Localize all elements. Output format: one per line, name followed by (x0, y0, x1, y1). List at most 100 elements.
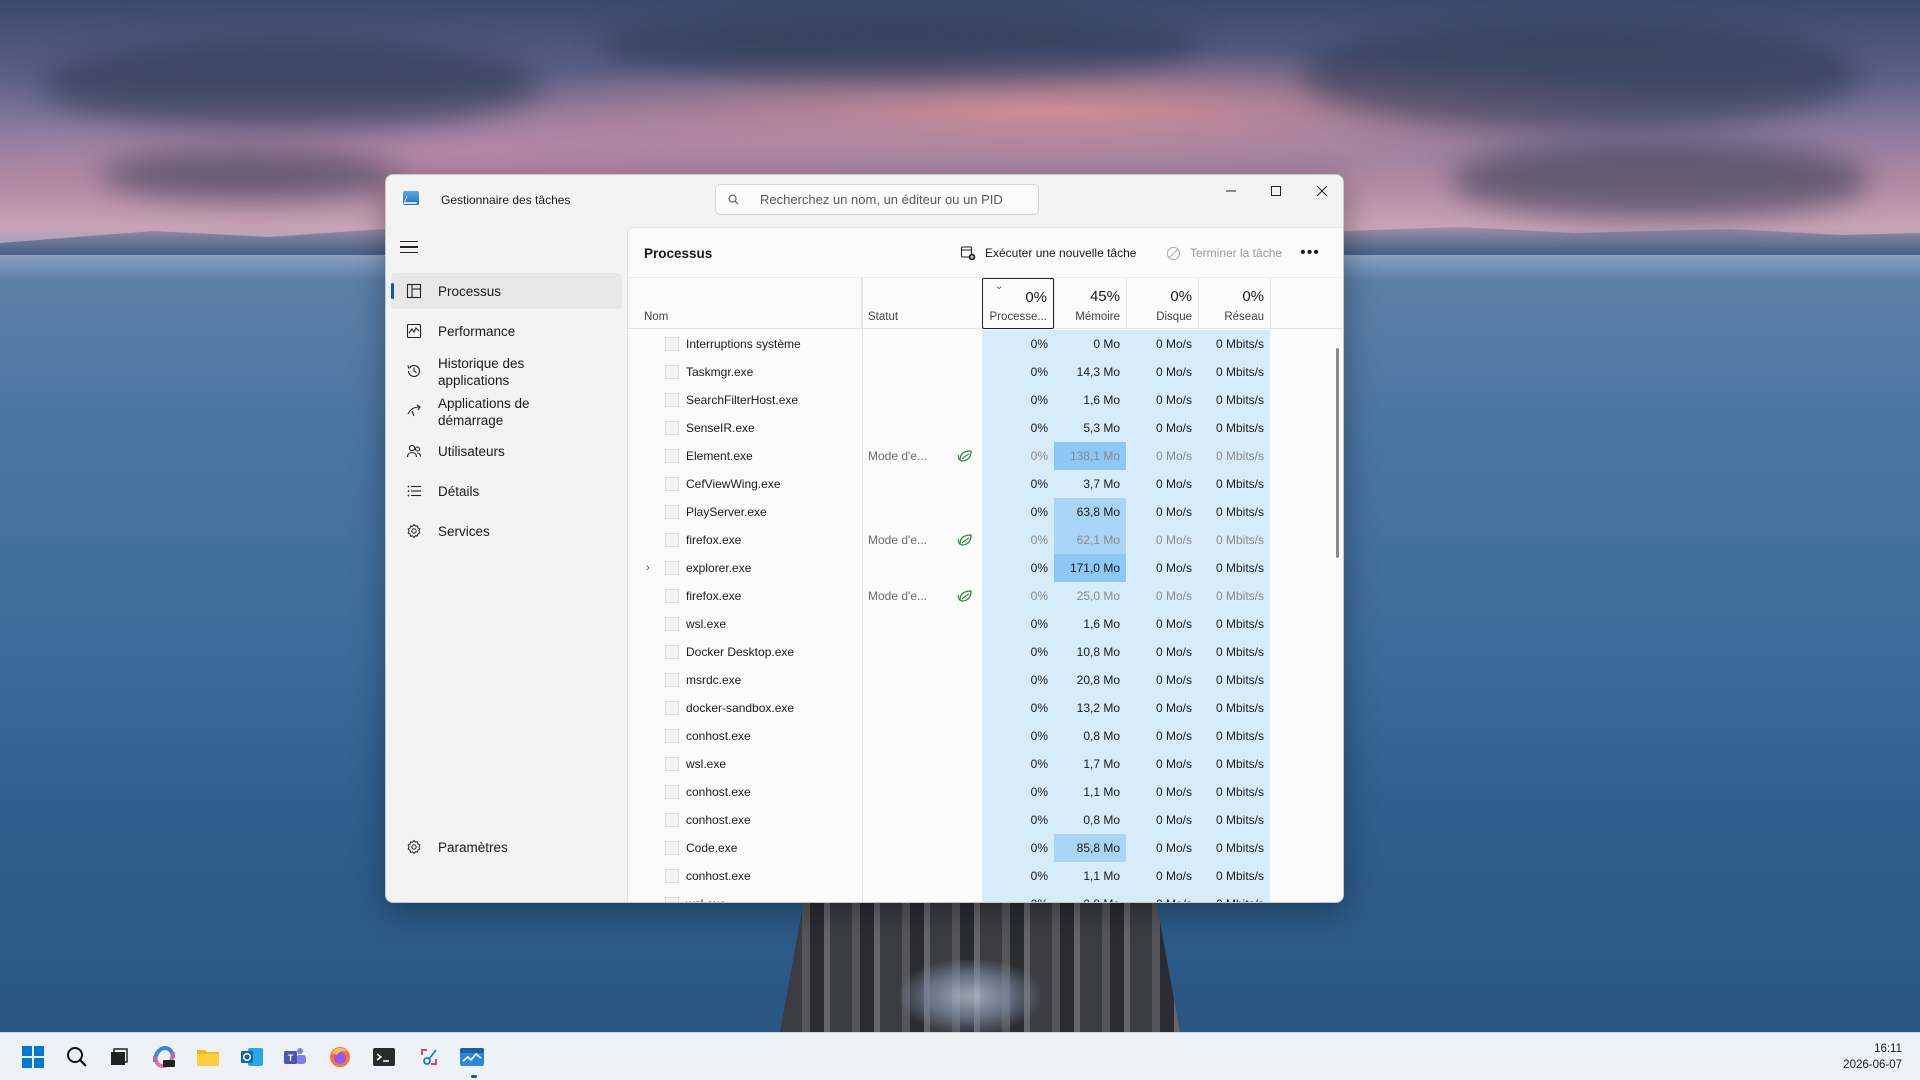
cpu-value: 0% (982, 470, 1054, 498)
column-header-disk[interactable]: 0% Disque (1126, 278, 1198, 329)
process-status: Mode d'e... (868, 589, 927, 603)
cpu-value: 0% (982, 862, 1054, 890)
table-row[interactable]: conhost.exe 0% 0,8 Mo 0 Mo/s 0 Mbits/s (628, 722, 1343, 750)
table-row[interactable]: wsl.exe 0% 1,6 Mo 0 Mo/s 0 Mbits/s (628, 610, 1343, 638)
table-row[interactable]: › explorer.exe 0% 171,0 Mo 0 Mo/s 0 Mbits/s (628, 554, 1343, 582)
cpu-value: 0% (982, 666, 1054, 694)
search-input[interactable] (760, 185, 1030, 214)
sidebar-item-label: Processus (438, 284, 502, 299)
firefox-button[interactable] (324, 1041, 356, 1073)
vertical-scrollbar[interactable] (1336, 348, 1339, 558)
column-header-network[interactable]: 0% Réseau (1198, 278, 1270, 329)
cpu-value: 0% (982, 778, 1054, 806)
column-header-name[interactable]: Nom (628, 278, 862, 329)
network-value: 0 Mbits/s (1198, 610, 1270, 638)
process-status: Mode d'e... (868, 449, 927, 463)
end-task-icon (1166, 246, 1181, 260)
cpu-value: 0% (982, 386, 1054, 414)
system-clock[interactable]: 16:11 2026-06-07 (1843, 1041, 1902, 1073)
disk-value: 0 Mo/s (1126, 470, 1198, 498)
process-name: firefox.exe (686, 589, 742, 603)
active-app-indicator (471, 1075, 477, 1078)
disk-value: 0 Mo/s (1126, 806, 1198, 834)
sidebar-item-performance[interactable]: Performance (391, 313, 622, 349)
outlook-icon (241, 1048, 263, 1066)
copilot-button[interactable] (148, 1041, 180, 1073)
table-row[interactable]: firefox.exe Mode d'e... 0% 25,0 Mo 0 Mo/s 0 M… (628, 582, 1343, 610)
close-button[interactable] (1299, 175, 1343, 207)
table-row[interactable]: CefViewWing.exe 0% 3,7 Mo 0 Mo/s 0 Mbits/s (628, 470, 1343, 498)
column-label: Disque (1156, 311, 1192, 323)
table-row[interactable]: Interruptions système 0% 0 Mo 0 Mo/s 0 Mbits… (628, 330, 1343, 358)
maximize-button[interactable] (1253, 175, 1299, 207)
table-row[interactable]: firefox.exe Mode d'e... 0% 62,1 Mo 0 Mo/s 0 M… (628, 526, 1343, 554)
sidebar: Processus Performance Historique des app… (386, 227, 627, 902)
table-row[interactable]: Docker Desktop.exe 0% 10,8 Mo 0 Mo/s 0 Mbits… (628, 638, 1343, 666)
table-row[interactable]: Taskmgr.exe 0% 14,3 Mo 0 Mo/s 0 Mbits/s (628, 358, 1343, 386)
process-name: Code.exe (686, 841, 738, 855)
column-header-status[interactable]: Statut (862, 278, 982, 329)
table-row[interactable]: Element.exe Mode d'e... 0% 138,1 Mo 0 Mo/s 0 … (628, 442, 1343, 470)
sidebar-item-app-history[interactable]: Historique des applications (391, 353, 622, 389)
memory-value: 1,1 Mo (1054, 778, 1126, 806)
taskbar-search-button[interactable] (61, 1041, 93, 1073)
sidebar-item-startup-apps[interactable]: Applications de démarrage (391, 393, 622, 429)
processes-icon (406, 283, 422, 299)
column-header-memory[interactable]: 45% Mémoire (1054, 278, 1126, 329)
table-row[interactable]: Code.exe 0% 85,8 Mo 0 Mo/s 0 Mbits/s (628, 834, 1343, 862)
teams-icon: T (284, 1048, 306, 1064)
sidebar-item-settings[interactable]: Paramètres (391, 829, 622, 865)
end-task-button[interactable]: Terminer la tâche (1166, 242, 1282, 264)
table-row[interactable]: SenseIR.exe 0% 5,3 Mo 0 Mo/s 0 Mbits/s (628, 414, 1343, 442)
search-icon (67, 1047, 87, 1067)
table-row[interactable]: conhost.exe 0% 1,1 Mo 0 Mo/s 0 Mbits/s (628, 778, 1343, 806)
clock-time: 16:11 (1874, 1043, 1902, 1055)
file-explorer-button[interactable] (192, 1041, 224, 1073)
network-value: 0 Mbits/s (1198, 414, 1270, 442)
start-button[interactable] (17, 1041, 49, 1073)
more-options-button[interactable]: ••• (1298, 242, 1322, 264)
snipping-tool-button[interactable] (413, 1041, 445, 1073)
sidebar-item-processes[interactable]: Processus (391, 273, 622, 309)
sort-chevron-icon: ⌄ (995, 281, 1004, 292)
close-icon (1317, 186, 1327, 196)
column-header-cpu[interactable]: ⌄ 0% Processe... (982, 278, 1054, 329)
column-label: Mémoire (1075, 311, 1120, 323)
process-status: Mode d'e... (868, 533, 927, 547)
process-name: Interruptions système (686, 337, 801, 351)
process-icon (665, 505, 679, 519)
table-row[interactable]: docker-sandbox.exe 0% 13,2 Mo 0 Mo/s 0 Mbits… (628, 694, 1343, 722)
table-row[interactable]: wsl.exe 0% 1,7 Mo 0 Mo/s 0 Mbits/s (628, 750, 1343, 778)
minimize-button[interactable] (1208, 175, 1254, 207)
efficiency-mode-leaf-icon (957, 590, 972, 602)
table-row[interactable]: conhost.exe 0% 0,8 Mo 0 Mo/s 0 Mbits/s (628, 806, 1343, 834)
expand-chevron-icon[interactable]: › (646, 562, 654, 574)
sidebar-item-details[interactable]: Détails (391, 473, 622, 509)
sidebar-item-services[interactable]: Services (391, 513, 622, 549)
users-icon (406, 444, 422, 458)
cpu-value: 0% (982, 890, 1054, 902)
process-icon (665, 897, 679, 902)
memory-value: 5,3 Mo (1054, 414, 1126, 442)
table-row[interactable]: PlayServer.exe 0% 63,8 Mo 0 Mo/s 0 Mbits/s (628, 498, 1343, 526)
task-manager-window: Gestionnaire des tâches Processus Perfor… (385, 174, 1344, 903)
hamburger-menu-icon[interactable] (400, 241, 418, 255)
table-row[interactable]: wsl.exe 0%0,8 Mo0 Mo/s0 Mbits/s (628, 890, 1343, 902)
teams-button[interactable]: T (279, 1041, 311, 1073)
disk-value: 0 Mo/s (1126, 862, 1198, 890)
table-row[interactable]: conhost.exe 0% 1,1 Mo 0 Mo/s 0 Mbits/s (628, 862, 1343, 890)
sidebar-item-users[interactable]: Utilisateurs (391, 433, 622, 469)
table-row[interactable]: msrdc.exe 0% 20,8 Mo 0 Mo/s 0 Mbits/s (628, 666, 1343, 694)
task-view-button[interactable] (103, 1041, 135, 1073)
search-box[interactable] (715, 184, 1039, 215)
cpu-value: 0% (982, 554, 1054, 582)
process-icon (665, 561, 679, 575)
run-new-task-button[interactable]: Exécuter une nouvelle tâche (960, 242, 1136, 264)
task-manager-taskbar-button[interactable] (456, 1041, 488, 1073)
table-row[interactable]: SearchFilterHost.exe 0% 1,6 Mo 0 Mo/s 0 Mbit… (628, 386, 1343, 414)
memory-value: 13,2 Mo (1054, 694, 1126, 722)
outlook-button[interactable] (236, 1041, 268, 1073)
terminal-button[interactable] (368, 1041, 400, 1073)
network-value: 0 Mbits/s (1198, 862, 1270, 890)
column-label: Réseau (1224, 311, 1264, 323)
